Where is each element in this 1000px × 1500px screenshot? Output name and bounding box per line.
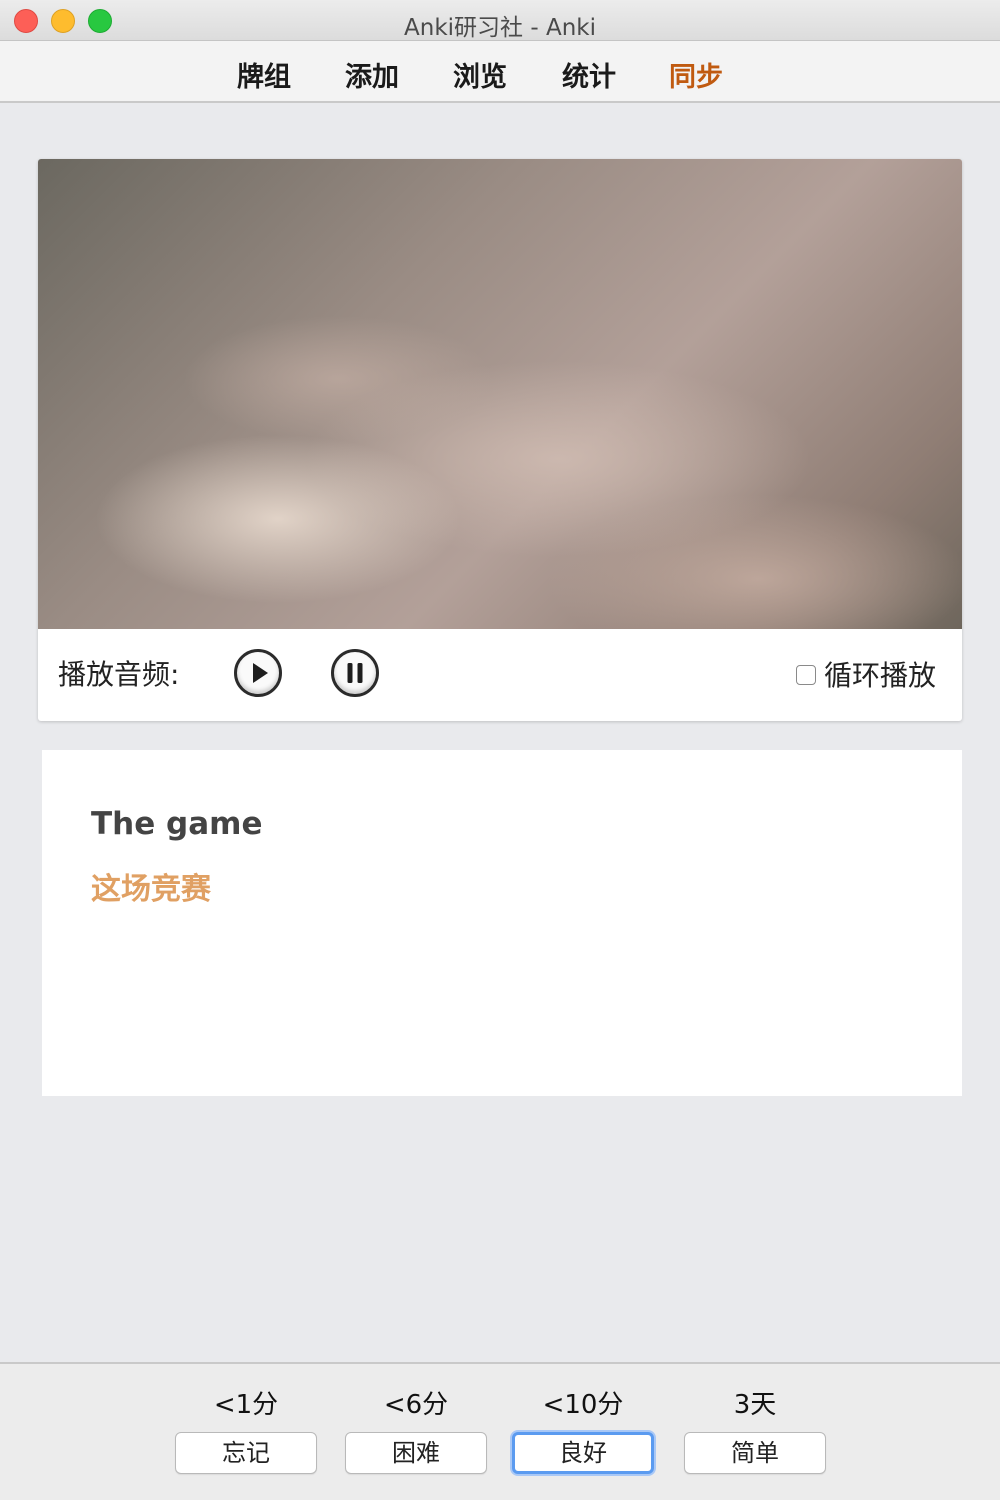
audio-label: 播放音频:: [58, 658, 180, 691]
again-button[interactable]: 忘记: [175, 1432, 317, 1474]
answer-chinese: 这场竞赛: [91, 872, 211, 907]
pause-icon: [347, 663, 363, 683]
video-card: 播放音频: 循环播放: [38, 159, 962, 721]
window-title: Anki研习社 - Anki: [404, 15, 596, 41]
tab-sync[interactable]: 同步: [669, 55, 723, 94]
easy-button[interactable]: 简单: [684, 1432, 826, 1474]
play-button[interactable]: [234, 649, 282, 697]
loop-checkbox[interactable]: [796, 665, 816, 685]
pause-button[interactable]: [331, 649, 379, 697]
audio-controls: 播放音频: 循环播放: [38, 629, 962, 721]
window-title-bar: Anki研习社 - Anki: [0, 0, 1000, 41]
hard-button[interactable]: 困难: [345, 1432, 487, 1474]
tab-add[interactable]: 添加: [345, 55, 399, 94]
play-icon: [253, 663, 268, 683]
interval-easy: 3天: [733, 1390, 777, 1420]
main-toolbar: 牌组 添加 浏览 统计 同步: [0, 41, 1000, 103]
good-button[interactable]: 良好: [512, 1432, 654, 1474]
interval-hard: <6分: [383, 1390, 449, 1420]
loop-label[interactable]: 循环播放: [824, 654, 936, 694]
answer-english: The game: [91, 806, 263, 842]
answer-bar: <1分 <6分 <10分 3天 忘记 困难 良好 简单: [0, 1362, 1000, 1500]
tab-stats[interactable]: 统计: [562, 55, 616, 94]
interval-again: <1分: [213, 1390, 279, 1420]
video-frame[interactable]: [38, 159, 962, 629]
answer-card: The game 这场竞赛: [42, 750, 962, 1096]
tab-browse[interactable]: 浏览: [453, 55, 507, 94]
tab-decks[interactable]: 牌组: [237, 55, 291, 94]
interval-good: <10分: [542, 1390, 624, 1420]
